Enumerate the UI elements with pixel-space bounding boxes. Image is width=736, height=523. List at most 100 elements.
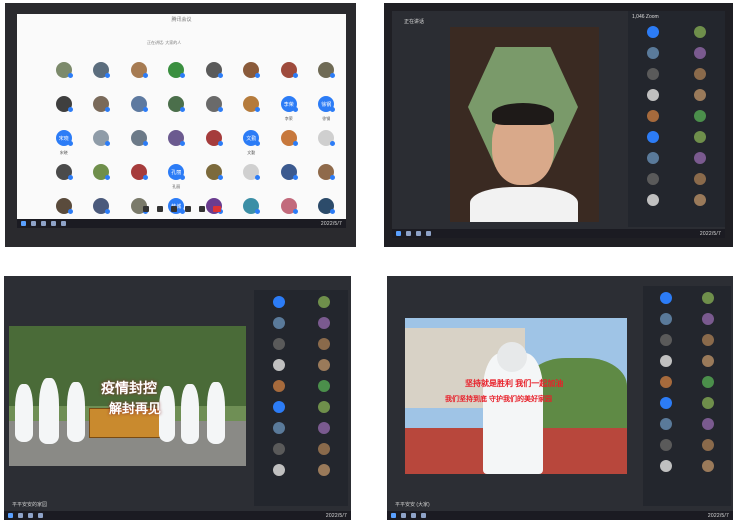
- participant-tile[interactable]: [233, 164, 271, 190]
- sidebar-participant-tile[interactable]: [679, 192, 722, 210]
- windows-start-icon[interactable]: [8, 513, 13, 518]
- sidebar-participant-tile[interactable]: [647, 332, 685, 350]
- taskbar-app-icon[interactable]: [61, 221, 66, 226]
- sidebar-participant-tile[interactable]: [679, 129, 722, 147]
- windows-start-icon[interactable]: [391, 513, 396, 518]
- sidebar-participant-tile[interactable]: [647, 374, 685, 392]
- participant-tile[interactable]: [158, 62, 196, 88]
- sidebar-participant-tile[interactable]: [303, 336, 344, 354]
- taskbar-app-icon[interactable]: [406, 231, 411, 236]
- participant-tile[interactable]: [158, 96, 196, 122]
- sidebar-participant-tile[interactable]: [258, 462, 299, 480]
- participant-tile[interactable]: [120, 130, 158, 156]
- sidebar-participant-tile[interactable]: [689, 395, 727, 413]
- participant-tile[interactable]: [83, 164, 121, 190]
- sidebar-participant-tile[interactable]: [647, 353, 685, 371]
- sidebar-participant-tile[interactable]: [647, 416, 685, 434]
- sidebar-participant-tile[interactable]: [689, 332, 727, 350]
- taskbar-app-icon[interactable]: [416, 231, 421, 236]
- leave-button[interactable]: [212, 206, 221, 212]
- sidebar-participant-tile[interactable]: [632, 171, 675, 189]
- sidebar-participant-tile[interactable]: [632, 24, 675, 42]
- participant-tile[interactable]: 徐钢 徐钢: [308, 96, 346, 122]
- taskbar-app-icon[interactable]: [38, 513, 43, 518]
- sidebar-participant-tile[interactable]: [647, 395, 685, 413]
- sidebar-participant-tile[interactable]: [647, 290, 685, 308]
- taskbar-app-icon[interactable]: [421, 513, 426, 518]
- sidebar-participant-tile[interactable]: [258, 441, 299, 459]
- participant-tile[interactable]: [120, 164, 158, 190]
- sidebar-participant-tile[interactable]: [303, 378, 344, 396]
- sidebar-participant-tile[interactable]: [689, 437, 727, 455]
- sidebar-participant-tile[interactable]: [689, 311, 727, 329]
- sidebar-participant-tile[interactable]: [689, 353, 727, 371]
- participant-tile[interactable]: [83, 62, 121, 88]
- sidebar-participant-tile[interactable]: [303, 462, 344, 480]
- participant-tile[interactable]: 李荣 李荣: [270, 96, 308, 122]
- sidebar-participant-tile[interactable]: [258, 399, 299, 417]
- sidebar-participant-tile[interactable]: [258, 315, 299, 333]
- sidebar-participant-tile[interactable]: [303, 399, 344, 417]
- participant-tile[interactable]: 孔丽 孔丽: [158, 164, 196, 190]
- sidebar-participant-tile[interactable]: [647, 458, 685, 476]
- participant-tile[interactable]: [270, 62, 308, 88]
- sidebar-participant-tile[interactable]: [689, 416, 727, 434]
- sidebar-participant-tile[interactable]: [689, 290, 727, 308]
- sidebar-participant-tile[interactable]: [632, 192, 675, 210]
- sidebar-participant-tile[interactable]: [679, 66, 722, 84]
- taskbar-app-icon[interactable]: [41, 221, 46, 226]
- sidebar-participant-tile[interactable]: [679, 45, 722, 63]
- sidebar-participant-tile[interactable]: [258, 336, 299, 354]
- sidebar-participant-tile[interactable]: [303, 420, 344, 438]
- sidebar-participant-tile[interactable]: [679, 150, 722, 168]
- participant-tile[interactable]: [270, 130, 308, 156]
- participant-tile[interactable]: [120, 62, 158, 88]
- chat-icon[interactable]: [198, 206, 205, 212]
- sidebar-participant-tile[interactable]: [632, 87, 675, 105]
- sidebar-participant-tile[interactable]: [679, 87, 722, 105]
- sidebar-participant-tile[interactable]: [679, 171, 722, 189]
- sidebar-participant-tile[interactable]: [632, 129, 675, 147]
- windows-start-icon[interactable]: [21, 221, 26, 226]
- participant-tile[interactable]: [308, 164, 346, 190]
- sidebar-participant-tile[interactable]: [632, 66, 675, 84]
- members-icon[interactable]: [184, 206, 191, 212]
- participant-tile[interactable]: [158, 130, 196, 156]
- sidebar-participant-tile[interactable]: [303, 294, 344, 312]
- camera-icon[interactable]: [156, 206, 163, 212]
- taskbar-app-icon[interactable]: [28, 513, 33, 518]
- participant-tile[interactable]: 文勤 文勤: [233, 130, 271, 156]
- sidebar-participant-tile[interactable]: [647, 311, 685, 329]
- participant-tile[interactable]: [308, 62, 346, 88]
- participant-tile[interactable]: [45, 62, 83, 88]
- taskbar-app-icon[interactable]: [51, 221, 56, 226]
- participant-tile[interactable]: [233, 62, 271, 88]
- sidebar-participant-tile[interactable]: [632, 150, 675, 168]
- mic-icon[interactable]: [142, 206, 149, 212]
- sidebar-participant-tile[interactable]: [258, 378, 299, 396]
- share-icon[interactable]: [170, 206, 177, 212]
- participant-tile[interactable]: [45, 164, 83, 190]
- taskbar-app-icon[interactable]: [31, 221, 36, 226]
- sidebar-participant-tile[interactable]: [679, 24, 722, 42]
- participant-tile[interactable]: [120, 96, 158, 122]
- sidebar-participant-tile[interactable]: [258, 357, 299, 375]
- participant-tile[interactable]: [233, 96, 271, 122]
- sidebar-participant-tile[interactable]: [679, 108, 722, 126]
- sidebar-participant-tile[interactable]: [632, 45, 675, 63]
- sidebar-participant-tile[interactable]: [303, 357, 344, 375]
- sidebar-participant-tile[interactable]: [689, 374, 727, 392]
- participant-tile[interactable]: 宋晓 宋晓: [45, 130, 83, 156]
- taskbar-app-icon[interactable]: [18, 513, 23, 518]
- sidebar-participant-tile[interactable]: [303, 315, 344, 333]
- sidebar-participant-tile[interactable]: [689, 458, 727, 476]
- participant-tile[interactable]: [308, 130, 346, 156]
- participant-tile[interactable]: [195, 164, 233, 190]
- sidebar-participant-tile[interactable]: [647, 437, 685, 455]
- sidebar-participant-tile[interactable]: [258, 294, 299, 312]
- participant-tile[interactable]: [195, 96, 233, 122]
- participant-tile[interactable]: [45, 96, 83, 122]
- taskbar-app-icon[interactable]: [401, 513, 406, 518]
- sidebar-participant-tile[interactable]: [303, 441, 344, 459]
- sidebar-participant-tile[interactable]: [632, 108, 675, 126]
